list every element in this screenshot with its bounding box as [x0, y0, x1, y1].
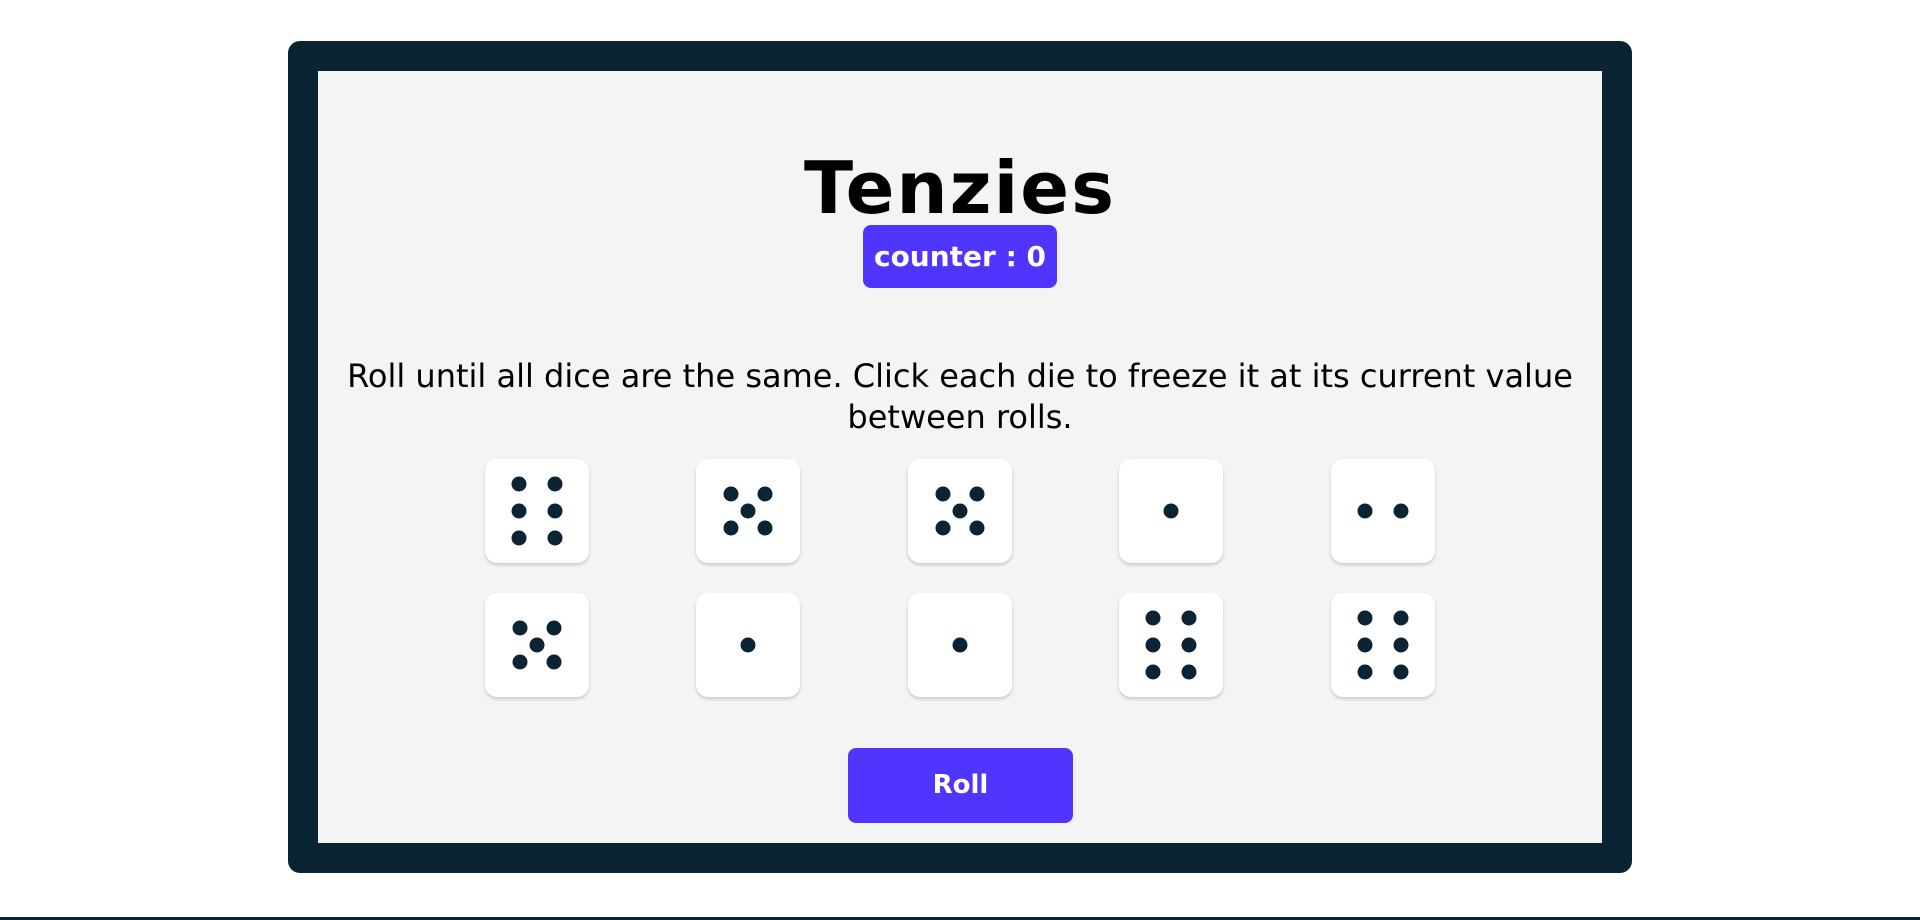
- die-pip: [1393, 637, 1409, 653]
- die-pip: [952, 503, 968, 519]
- die-pip: [1181, 637, 1197, 653]
- die-pip: [1145, 664, 1161, 680]
- die-3[interactable]: [908, 459, 1012, 563]
- die-pip: [740, 637, 756, 653]
- die-pip: [547, 530, 563, 546]
- die-pip: [512, 620, 528, 636]
- die-pip: [969, 520, 985, 536]
- instructions-text: Roll until all dice are the same. Click …: [347, 357, 1573, 436]
- die-pip: [546, 654, 562, 670]
- die-pip: [511, 476, 527, 492]
- die-pip: [546, 620, 562, 636]
- roll-counter-badge: counter : 0: [863, 225, 1057, 288]
- die-pip: [1357, 610, 1373, 626]
- die-pip: [723, 520, 739, 536]
- die-pip: [1357, 664, 1373, 680]
- die-6[interactable]: [485, 593, 589, 697]
- die-pip: [511, 530, 527, 546]
- die-pip: [1145, 610, 1161, 626]
- die-8[interactable]: [908, 593, 1012, 697]
- die-pip: [1393, 503, 1409, 519]
- die-pip: [512, 654, 528, 670]
- die-4[interactable]: [1119, 459, 1223, 563]
- die-pip: [723, 486, 739, 502]
- die-pip: [935, 520, 951, 536]
- die-pip: [969, 486, 985, 502]
- die-2[interactable]: [696, 459, 800, 563]
- die-pip: [1163, 503, 1179, 519]
- die-pip: [1145, 637, 1161, 653]
- die-pip: [1393, 610, 1409, 626]
- die-1[interactable]: [485, 459, 589, 563]
- die-pip: [757, 486, 773, 502]
- die-pip: [1357, 637, 1373, 653]
- die-pip: [935, 486, 951, 502]
- game-title: Tenzies: [804, 146, 1116, 231]
- die-pip: [511, 503, 527, 519]
- die-pip: [740, 503, 756, 519]
- die-pip: [1181, 664, 1197, 680]
- die-9[interactable]: [1119, 593, 1223, 697]
- app-page: Tenzies counter : 0 Roll until all dice …: [0, 0, 1920, 920]
- die-pip: [1393, 664, 1409, 680]
- die-pip: [529, 637, 545, 653]
- die-pip: [547, 476, 563, 492]
- die-10[interactable]: [1331, 593, 1435, 697]
- die-pip: [1181, 610, 1197, 626]
- die-pip: [757, 520, 773, 536]
- die-pip: [952, 637, 968, 653]
- die-5[interactable]: [1331, 459, 1435, 563]
- die-7[interactable]: [696, 593, 800, 697]
- die-pip: [1357, 503, 1373, 519]
- roll-button[interactable]: Roll: [848, 748, 1073, 823]
- die-pip: [547, 503, 563, 519]
